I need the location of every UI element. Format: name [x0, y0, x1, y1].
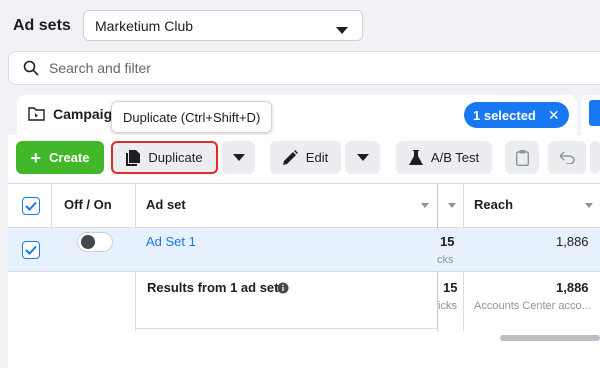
reach-value: 1,886	[556, 234, 589, 249]
summary-results-subtext: icks	[438, 300, 457, 312]
checkmark-icon	[25, 201, 37, 211]
row-checkbox[interactable]	[22, 241, 40, 259]
search-placeholder: Search and filter	[49, 60, 151, 76]
toggle-knob	[81, 235, 95, 249]
duplicate-tooltip: Duplicate (Ctrl+Shift+D)	[111, 101, 273, 133]
sort-icon[interactable]	[448, 203, 456, 208]
ad-set-name-link[interactable]: Ad Set 1	[146, 234, 196, 249]
caret-down-icon	[232, 153, 245, 161]
clipboard-icon	[515, 149, 529, 166]
ad-set-toggle[interactable]	[77, 232, 113, 252]
summary-results-value: 15	[443, 280, 458, 295]
results-value: 15	[440, 234, 455, 249]
more-button[interactable]	[590, 141, 600, 174]
clipboard-button[interactable]	[505, 141, 539, 174]
caret-down-icon	[356, 153, 369, 161]
edit-label: Edit	[305, 150, 329, 165]
tab-ad-sets[interactable]	[581, 95, 600, 135]
pencil-icon	[282, 150, 298, 165]
plus-icon: +	[30, 147, 42, 168]
account-selector[interactable]: Marketium Club	[83, 10, 363, 41]
duplicate-button[interactable]: Duplicate	[111, 141, 218, 174]
edit-options-button[interactable]	[345, 141, 380, 174]
divider	[8, 183, 600, 184]
results-subtext: cks	[437, 254, 454, 266]
column-header-toggle[interactable]: Off / On	[64, 197, 112, 212]
sort-icon[interactable]	[421, 203, 429, 208]
divider	[8, 271, 600, 272]
create-label: Create	[49, 150, 90, 165]
flask-icon	[408, 149, 423, 165]
column-header-ad-set[interactable]: Ad set	[146, 197, 186, 212]
search-icon	[23, 60, 39, 76]
page-title: Ad sets	[13, 17, 71, 34]
summary-reach-subtext: Accounts Center acco...	[474, 300, 591, 312]
selection-pill[interactable]: 1 selected ✕	[464, 102, 569, 128]
duplicate-options-button[interactable]	[222, 141, 255, 174]
create-button[interactable]: + Create	[16, 141, 104, 174]
edit-button[interactable]: Edit	[270, 141, 341, 174]
duplicate-label: Duplicate	[148, 150, 203, 165]
tab-campaigns-label: Campaig	[53, 106, 113, 122]
info-icon[interactable]	[277, 281, 289, 299]
divider	[136, 328, 438, 329]
search-filter-bar[interactable]: Search and filter	[8, 51, 600, 85]
undo-button[interactable]	[548, 141, 586, 174]
duplicate-icon	[126, 149, 141, 166]
summary-label: Results from 1 ad set	[147, 280, 279, 295]
undo-icon	[559, 151, 575, 164]
divider	[51, 183, 52, 227]
clear-selection-icon[interactable]: ✕	[548, 107, 560, 124]
column-header-reach[interactable]: Reach	[474, 197, 513, 212]
summary-reach-value: 1,886	[556, 280, 589, 295]
horizontal-scrollbar[interactable]	[500, 335, 600, 341]
grid-icon	[589, 100, 600, 126]
ab-test-button[interactable]: A/B Test	[396, 141, 492, 174]
selection-count: 1 selected	[473, 107, 536, 123]
folder-icon	[28, 107, 45, 121]
account-name: Marketium Club	[95, 17, 194, 34]
select-all-checkbox[interactable]	[22, 197, 40, 215]
checkmark-icon	[25, 245, 37, 255]
tab-campaigns[interactable]: Campaig	[28, 106, 112, 122]
ab-test-label: A/B Test	[430, 150, 480, 165]
caret-down-icon	[336, 22, 348, 38]
sort-icon[interactable]	[585, 203, 593, 208]
